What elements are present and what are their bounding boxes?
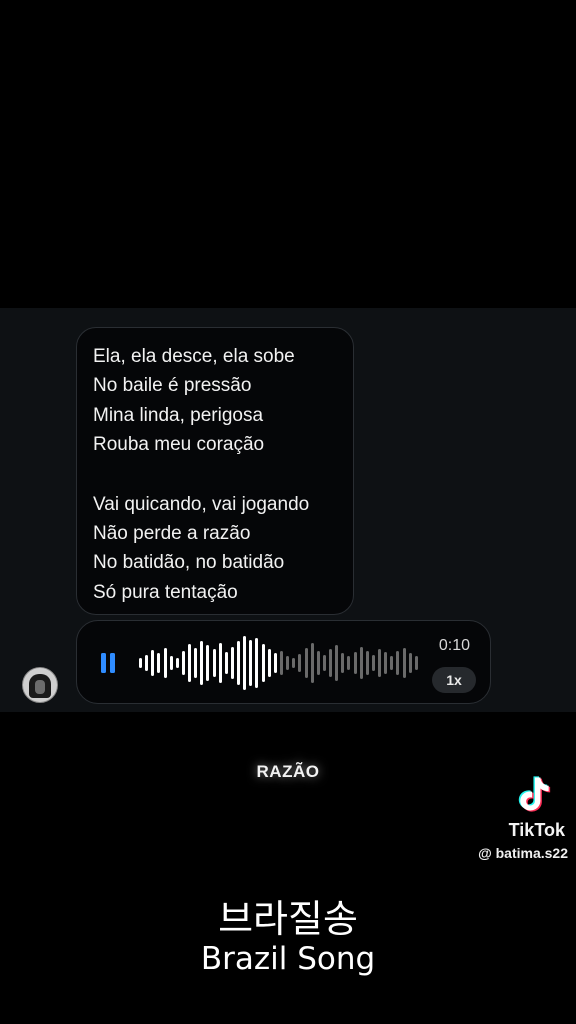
waveform-bar [237, 641, 241, 685]
waveform-bar [341, 653, 345, 673]
waveform-bar [298, 654, 302, 672]
tiktok-handle: @ batima.s22 [478, 845, 568, 861]
lyric-line: Mina linda, perigosa [93, 404, 264, 426]
lyric-line: Vai quicando, vai jogando [93, 493, 310, 515]
lyric-line: No batidão, no batidão [93, 552, 285, 574]
waveform-bar [286, 656, 290, 670]
waveform-bar [402, 648, 406, 678]
waveform-bar [200, 641, 204, 685]
waveform-bar [224, 652, 228, 674]
waveform-bar [169, 656, 173, 670]
waveform-bar [175, 658, 179, 668]
waveform-bar [194, 648, 198, 678]
waveform-bar [371, 655, 375, 671]
waveform-bar [329, 649, 333, 677]
lyrics-message-bubble[interactable]: Ela, ela desce, ela sobe No baile é pres… [76, 327, 354, 615]
waveform-bar [255, 638, 259, 688]
waveform-bar [218, 643, 222, 683]
waveform-bar [390, 656, 394, 670]
waveform-bar [414, 656, 418, 670]
waveform-bar [365, 651, 369, 675]
waveform-bar [292, 658, 296, 668]
waveform-bar [322, 655, 326, 671]
voice-duration: 0:10 [438, 637, 470, 654]
waveform-bar [310, 643, 314, 683]
lyric-line: Ela, ela desce, ela sobe [93, 346, 295, 367]
lyric-line: Só pura tentação [93, 581, 238, 603]
pause-icon[interactable] [101, 653, 115, 673]
waveform-bar [230, 647, 234, 679]
lyric-line: Não perde a razão [93, 523, 251, 545]
waveform-bar [384, 652, 388, 674]
waveform-bar [243, 636, 247, 690]
tiktok-logo-icon [518, 776, 551, 812]
stanza-gap [93, 460, 353, 490]
waveform-bar [163, 648, 167, 678]
waveform-bar [273, 653, 277, 673]
lyric-line: No baile é pressão [93, 375, 252, 397]
waveform-bar [347, 656, 351, 670]
waveform-bar [206, 645, 210, 681]
voice-waveform[interactable] [139, 631, 421, 695]
avatar[interactable] [22, 667, 58, 703]
waveform-bar [261, 644, 265, 682]
waveform-bar [212, 649, 216, 677]
waveform-bar [249, 640, 253, 686]
waveform-bar [304, 648, 308, 678]
lyric-line: Rouba meu coração [93, 434, 265, 456]
waveform-bar [280, 651, 283, 675]
waveform-bar [359, 647, 363, 679]
waveform-bar [151, 650, 155, 676]
waveform-bar [316, 651, 320, 675]
waveform-bar [408, 653, 412, 673]
waveform-bar [188, 644, 192, 682]
waveform-bar [396, 651, 400, 675]
waveform-bar [335, 645, 339, 681]
song-title-english: Brazil Song [200, 941, 376, 977]
waveform-bar [267, 649, 271, 677]
waveform-bar [181, 651, 185, 675]
waveform-bar [157, 653, 161, 673]
waveform-bar [139, 658, 142, 668]
waveform-bar [353, 652, 357, 674]
tiktok-brand-label: TikTok [508, 820, 565, 840]
waveform-bar [145, 655, 149, 671]
song-title-korean: 브라질송 [218, 897, 358, 941]
caption-word: RAZÃO [256, 762, 320, 781]
voice-message-bubble[interactable]: 0:10 1x [76, 620, 491, 704]
waveform-bar [378, 649, 382, 677]
playback-speed-button[interactable]: 1x [432, 667, 476, 693]
